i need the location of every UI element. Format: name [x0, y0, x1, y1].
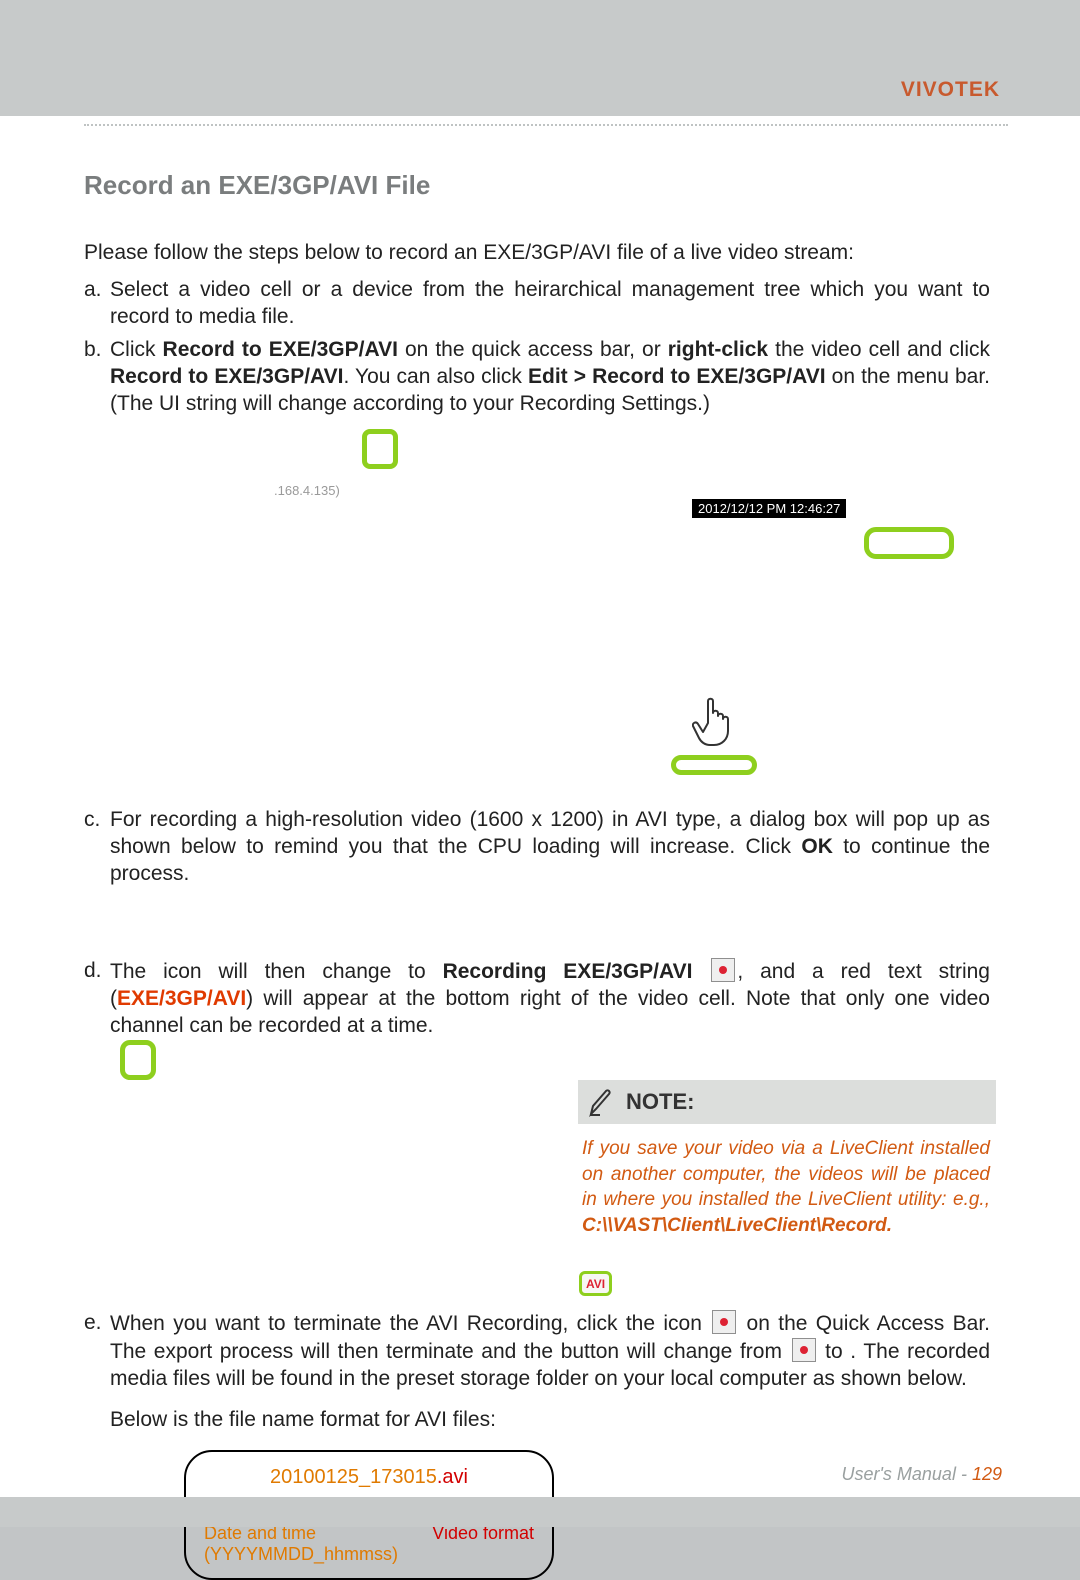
page-number: 129 — [972, 1464, 1002, 1484]
note-header: NOTE: — [578, 1080, 996, 1124]
footer-label: User's Manual - — [841, 1464, 971, 1484]
highlight-chip-topright — [864, 527, 954, 559]
t-bold: right-click — [668, 338, 768, 361]
label-date-format: (YYYYMMDD_hhmmss) — [200, 1544, 538, 1565]
highlight-box-icon-d — [120, 1040, 156, 1080]
step-b-body: Click Record to EXE/3GP/AVI on the quick… — [110, 337, 990, 418]
context-menu-pointer — [664, 693, 764, 780]
step-c-body: For recording a high-resolution video (1… — [110, 807, 990, 888]
filename-date-part: 20100125_173015 — [270, 1466, 437, 1488]
step-a: a.Select a video cell or a device from t… — [84, 277, 996, 331]
step-c-bullet: c. — [84, 807, 110, 834]
avi-badge-wrap: AVI — [579, 1275, 612, 1293]
t: on the quick access bar, or — [398, 338, 668, 361]
t: When you want to terminate the AVI Recor… — [110, 1312, 710, 1335]
step-c: c.For recording a high-resolution video … — [84, 807, 996, 888]
section-title: Record an EXE/3GP/AVI File — [84, 170, 996, 201]
t-bold: Recording EXE/3GP/AVI — [443, 960, 693, 983]
content-area: Record an EXE/3GP/AVI File Please follow… — [84, 170, 996, 1086]
step-b-bullet: b. — [84, 337, 110, 364]
filename-ext-part: .avi — [437, 1466, 468, 1488]
camera-ip-label: .168.4.135) — [274, 483, 340, 498]
header-bar: VIVOTEK — [0, 0, 1080, 116]
figure-step-b: .168.4.135) 2012/12/12 PM 12:46:27 — [84, 423, 996, 803]
step-a-body: Select a video cell or a device from the… — [110, 277, 990, 331]
recording-icon — [712, 1310, 736, 1334]
divider — [84, 124, 1008, 126]
step-d: d.The icon will then change to Recording… — [84, 958, 996, 1080]
step-e-body: When you want to terminate the AVI Recor… — [110, 1310, 990, 1393]
step-e: e.When you want to terminate the AVI Rec… — [84, 1310, 996, 1434]
t-bold: Edit > Record to EXE/3GP/AVI — [528, 365, 826, 388]
step-a-bullet: a. — [84, 277, 110, 304]
filename-example: 20100125_173015.avi — [200, 1466, 538, 1489]
intro-text: Please follow the steps below to record … — [84, 241, 996, 265]
t-bold: OK — [801, 835, 833, 858]
step-d-body: The icon will then change to Recording E… — [110, 958, 990, 1040]
note-body: If you save your video via a LiveClient … — [578, 1124, 996, 1245]
highlight-chip-menu — [671, 755, 757, 775]
t-bold: Record to EXE/3GP/AVI — [163, 338, 398, 361]
footer-bar — [0, 1497, 1080, 1527]
note-title: NOTE: — [626, 1089, 694, 1115]
avi-badge: AVI — [579, 1271, 612, 1296]
pencil-icon — [588, 1087, 614, 1117]
note-box: NOTE: If you save your video via a LiveC… — [578, 1080, 996, 1245]
step-e-bullet: e. — [84, 1310, 110, 1337]
t: the video cell and click — [768, 338, 990, 361]
t-bold: Record to EXE/3GP/AVI — [110, 365, 344, 388]
t: The icon will then change to — [110, 960, 443, 983]
highlight-box-icon — [362, 429, 398, 469]
page: VIVOTEK Record an EXE/3GP/AVI File Pleas… — [0, 0, 1080, 1527]
recording-icon — [711, 958, 735, 982]
step-d-bullet: d. — [84, 958, 110, 985]
timestamp-overlay: 2012/12/12 PM 12:46:27 — [692, 499, 846, 518]
red-text: EXE/3GP/AVI — [117, 987, 246, 1010]
step-b: b.Click Record to EXE/3GP/AVI on the qui… — [84, 337, 996, 418]
hand-pointer-icon — [692, 693, 736, 749]
note-path: C:\\VAST\Client\LiveClient\Record. — [582, 1215, 892, 1236]
t: Click — [110, 338, 163, 361]
recording-icon — [792, 1338, 816, 1362]
t: . You can also click — [344, 365, 529, 388]
step-e-below: Below is the file name format for AVI fi… — [110, 1407, 996, 1434]
footer: User's Manual - 129 — [841, 1464, 1002, 1485]
note-text: If you save your video via a LiveClient … — [582, 1138, 990, 1210]
brand-name: VIVOTEK — [901, 78, 1000, 102]
